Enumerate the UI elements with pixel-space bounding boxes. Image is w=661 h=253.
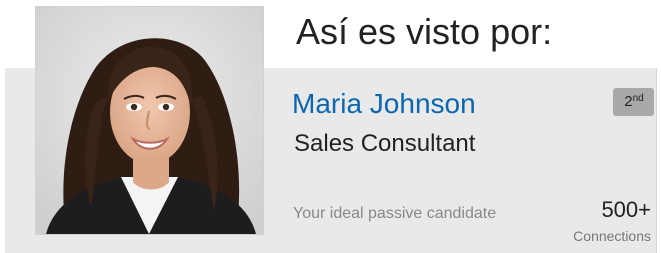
connections-count: 500+: [601, 197, 651, 222]
connections-label: Connections: [573, 228, 651, 244]
connection-degree-badge: 2nd: [613, 88, 654, 116]
profile-job-title: Sales Consultant: [294, 130, 476, 157]
profile-photo[interactable]: [36, 7, 263, 234]
preview-heading: Así es visto por:: [296, 11, 553, 52]
degree-number: 2: [624, 93, 633, 110]
profile-name-link[interactable]: Maria Johnson: [292, 87, 476, 121]
profile-preview: Así es visto por: Maria Johnson Sales Co…: [0, 0, 661, 253]
profile-tagline: Your ideal passive candidate: [293, 205, 497, 222]
degree-suffix: nd: [632, 93, 644, 104]
